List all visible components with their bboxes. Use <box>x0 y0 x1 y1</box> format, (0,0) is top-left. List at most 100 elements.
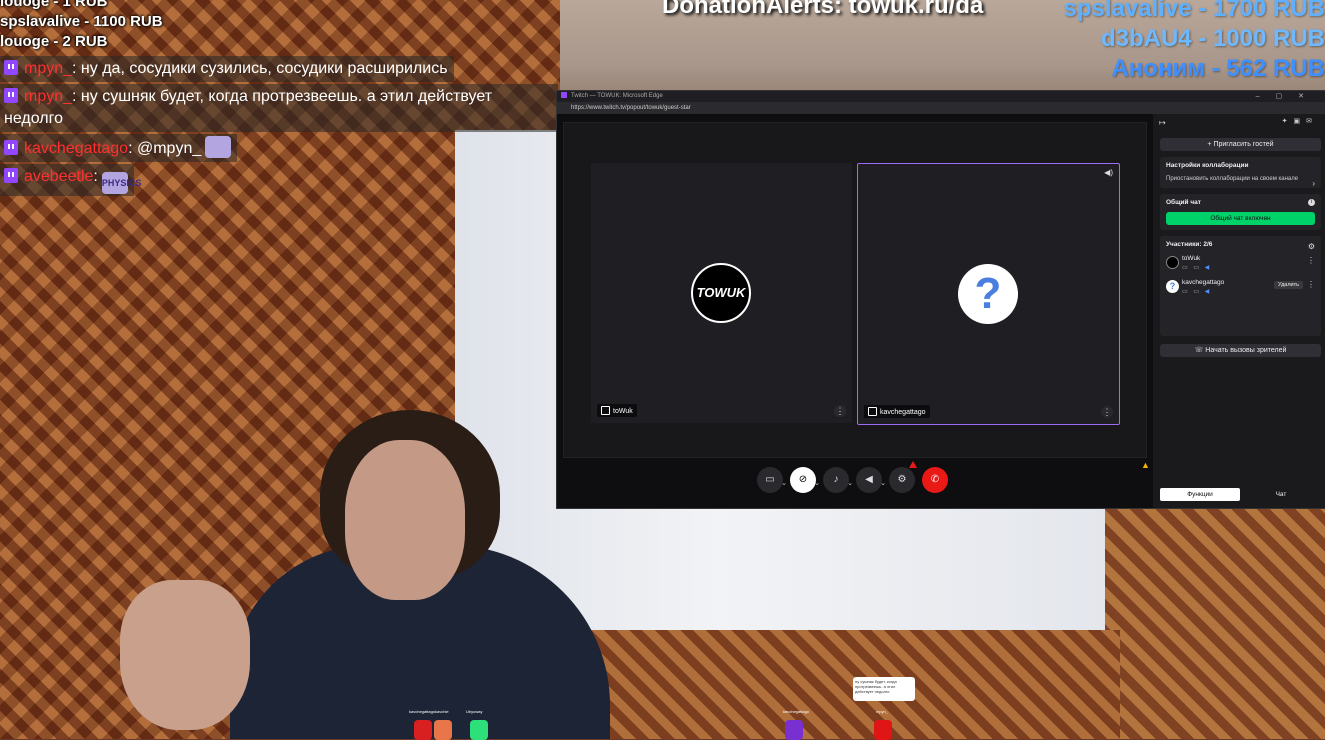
chat-message: kavchegattago: @mpyn_ <box>0 134 238 162</box>
collab-settings-text: Приостановить коллаборации на своем кана… <box>1166 176 1299 182</box>
invite-guests-button[interactable]: + Пригласить гостей <box>1160 138 1321 151</box>
twitch-glitch-icon <box>868 407 877 416</box>
volume-button[interactable]: ◀ ⌄ <box>856 467 886 493</box>
tile-name: kavchegattago <box>880 409 926 416</box>
top-donors: spslavalive - 1700 RUB d3bAU4 - 1000 RUB… <box>1064 0 1325 84</box>
twitch-logo-icon <box>561 92 567 98</box>
sprite-name: kavchegattagokavchie <box>409 709 449 714</box>
avatar: ? <box>1166 280 1179 293</box>
tab-chat-label: Чат <box>1275 491 1287 498</box>
purple-sprite-icon <box>785 720 803 740</box>
participant-row: toWuk ▭ ▭ ◀ ⋮ <box>1166 254 1315 276</box>
gear-icon[interactable]: ⚙ <box>1308 242 1315 251</box>
participant-status-icons: ▭ ▭ ◀ <box>1182 265 1212 271</box>
top-donor-item: spslavalive - 1700 RUB <box>1063 0 1325 22</box>
browser-window: Twitch — TOWUK: Microsoft Edge –▢✕ https… <box>556 90 1325 509</box>
more-options-icon[interactable]: ⋮ <box>1307 280 1315 289</box>
chevron-down-icon[interactable]: ⌄ <box>880 471 886 497</box>
window-controls[interactable]: –▢✕ <box>1256 91 1320 102</box>
viewer-call-icon: ☏ <box>1194 347 1206 354</box>
shared-chat-card: Общий чат i Общий чат включен <box>1160 194 1321 230</box>
chat-message: avebeetle: PHYSICS <box>0 164 141 196</box>
recent-donations: louoge - 1 RUB spslavalive - 1100 RUB lo… <box>0 0 163 52</box>
more-options-icon[interactable]: ⋮ <box>1307 256 1315 265</box>
start-viewer-calls-button[interactable]: ☏ Начать вызовы зрителей <box>1160 344 1321 357</box>
sprite-name: kavchegattago <box>783 709 810 714</box>
shared-chat-button[interactable]: Общий чат включен <box>1166 212 1315 225</box>
top-donor-item: d3bAU4 - 1000 RUB <box>1100 25 1325 52</box>
streamer-hand <box>120 580 250 730</box>
twitch-badge-icon <box>4 88 18 103</box>
alert-icon <box>909 461 917 468</box>
participant-tile[interactable]: TOWUK toWuk ⋮ <box>591 163 852 423</box>
chat-text: : ну да, сосудики сузились, сосудики рас… <box>72 60 448 77</box>
red-sprite-icon <box>414 720 432 740</box>
camera-off-button[interactable]: ⊘ ⌄ <box>790 467 820 493</box>
donation-item: spslavalive - 1100 RUB <box>0 13 163 30</box>
panel-toolbar-icons[interactable]: ✦▣✉ <box>1282 117 1318 125</box>
screen-share-button[interactable]: ▭ ⌄ <box>757 467 787 493</box>
donation-link-text: DonationAlerts: towuk.ru/da <box>662 0 984 19</box>
carpet-right <box>1105 500 1325 739</box>
invite-guests-label: Пригласить гостей <box>1213 141 1274 148</box>
carpet-bottom <box>560 630 1120 739</box>
collapse-panel-icon[interactable]: ↦ <box>1159 118 1166 127</box>
collab-settings-card[interactable]: Настройки коллаборации Приостановить кол… <box>1160 157 1321 188</box>
more-options-icon[interactable]: ⋮ <box>834 405 846 417</box>
chevron-down-icon[interactable]: ⌄ <box>781 471 787 497</box>
chat-nick: kavchegattago <box>24 140 129 157</box>
remove-participant-button[interactable]: Удалить <box>1274 281 1303 289</box>
chat-overlay: mpyn_ : ну да, сосудики сузились, сосудик… <box>0 56 560 198</box>
chevron-right-icon[interactable]: › <box>1312 179 1315 188</box>
chat-message: mpyn_: ну да, сосудики сузились, сосудик… <box>0 56 454 82</box>
tab-functions[interactable]: Функции <box>1160 488 1240 501</box>
avatar: TOWUK <box>691 263 751 323</box>
twitch-glitch-icon <box>601 406 610 415</box>
collab-settings-header: Настройки коллаборации <box>1166 162 1249 169</box>
chat-text: : @mpyn_ <box>128 140 202 157</box>
warning-icon[interactable]: ▲ <box>1141 460 1150 470</box>
participant-name: toWuk <box>1182 255 1201 262</box>
end-call-button[interactable]: ✆ <box>922 467 948 493</box>
participant-row: ? kavchegattago ▭ ▭ ◀ Удалить ⋮ <box>1166 278 1315 300</box>
tab-chat[interactable]: Чат <box>1241 488 1321 501</box>
emote-icon <box>205 136 232 158</box>
chevron-down-icon[interactable]: ⌄ <box>847 471 853 497</box>
orange-sprite-icon <box>434 720 452 740</box>
tile-name-label: kavchegattago <box>864 405 930 418</box>
shared-chat-button-label: Общий чат включен <box>1210 215 1271 222</box>
chat-text: : ну сушняк будет, когда протрезвеешь. а… <box>4 88 493 127</box>
chat-message: mpyn_: ну сушняк будет, когда протрезвее… <box>0 84 558 132</box>
twitch-badge-icon <box>4 140 18 155</box>
window-title: Twitch — TOWUK: Microsoft Edge <box>571 93 663 99</box>
donation-item: louoge - 1 RUB <box>0 0 108 10</box>
green-sprite-icon <box>470 720 488 740</box>
twitch-badge-icon <box>4 168 18 183</box>
sprite-name: mpyn_ <box>876 709 889 714</box>
tile-name: toWuk <box>613 408 633 415</box>
participant-tile-speaking[interactable]: ◀) ? kavchegattago ⋮ <box>857 163 1120 425</box>
chat-nick: mpyn_ <box>24 88 73 105</box>
shared-chat-header: Общий чат <box>1166 199 1201 206</box>
panel-tabs: Функции Чат <box>1160 488 1321 501</box>
info-icon[interactable]: i <box>1308 199 1315 206</box>
participants-header: Участники: 2/6 <box>1166 241 1213 248</box>
sprite-name: Ubyuway <box>466 709 483 714</box>
participants-card: Участники: 2/6 ⚙ toWuk ▭ ▭ ◀ ⋮ ? kavcheg… <box>1160 236 1321 336</box>
microphone-button[interactable]: ♪ ⌄ <box>823 467 853 493</box>
guest-star-stage: TOWUK toWuk ⋮ ◀) ? kavchegattago ⋮ ▲ <box>563 122 1150 470</box>
viewer-calls-label: Начать вызовы зрителей <box>1205 347 1287 354</box>
chat-text: : <box>93 168 98 185</box>
tab-functions-label: Функции <box>1187 491 1213 498</box>
settings-button[interactable]: ⚙ <box>889 461 917 493</box>
more-options-icon[interactable]: ⋮ <box>1101 406 1113 418</box>
window-titlebar: Twitch — TOWUK: Microsoft Edge –▢✕ <box>557 91 1325 102</box>
address-bar[interactable]: https://www.twitch.tv/popout/towuk/guest… <box>557 102 1325 114</box>
participant-name: kavchegattago <box>1182 279 1225 286</box>
speaking-icon: ◀) <box>1104 168 1113 177</box>
guest-star-panel: ↦ ✦▣✉ + Пригласить гостей Настройки колл… <box>1153 114 1325 508</box>
twitch-badge-icon <box>4 60 18 75</box>
chat-nick: avebeetle <box>24 168 94 185</box>
chevron-down-icon[interactable]: ⌄ <box>814 471 820 497</box>
participant-status-icons: ▭ ▭ ◀ <box>1182 289 1212 295</box>
